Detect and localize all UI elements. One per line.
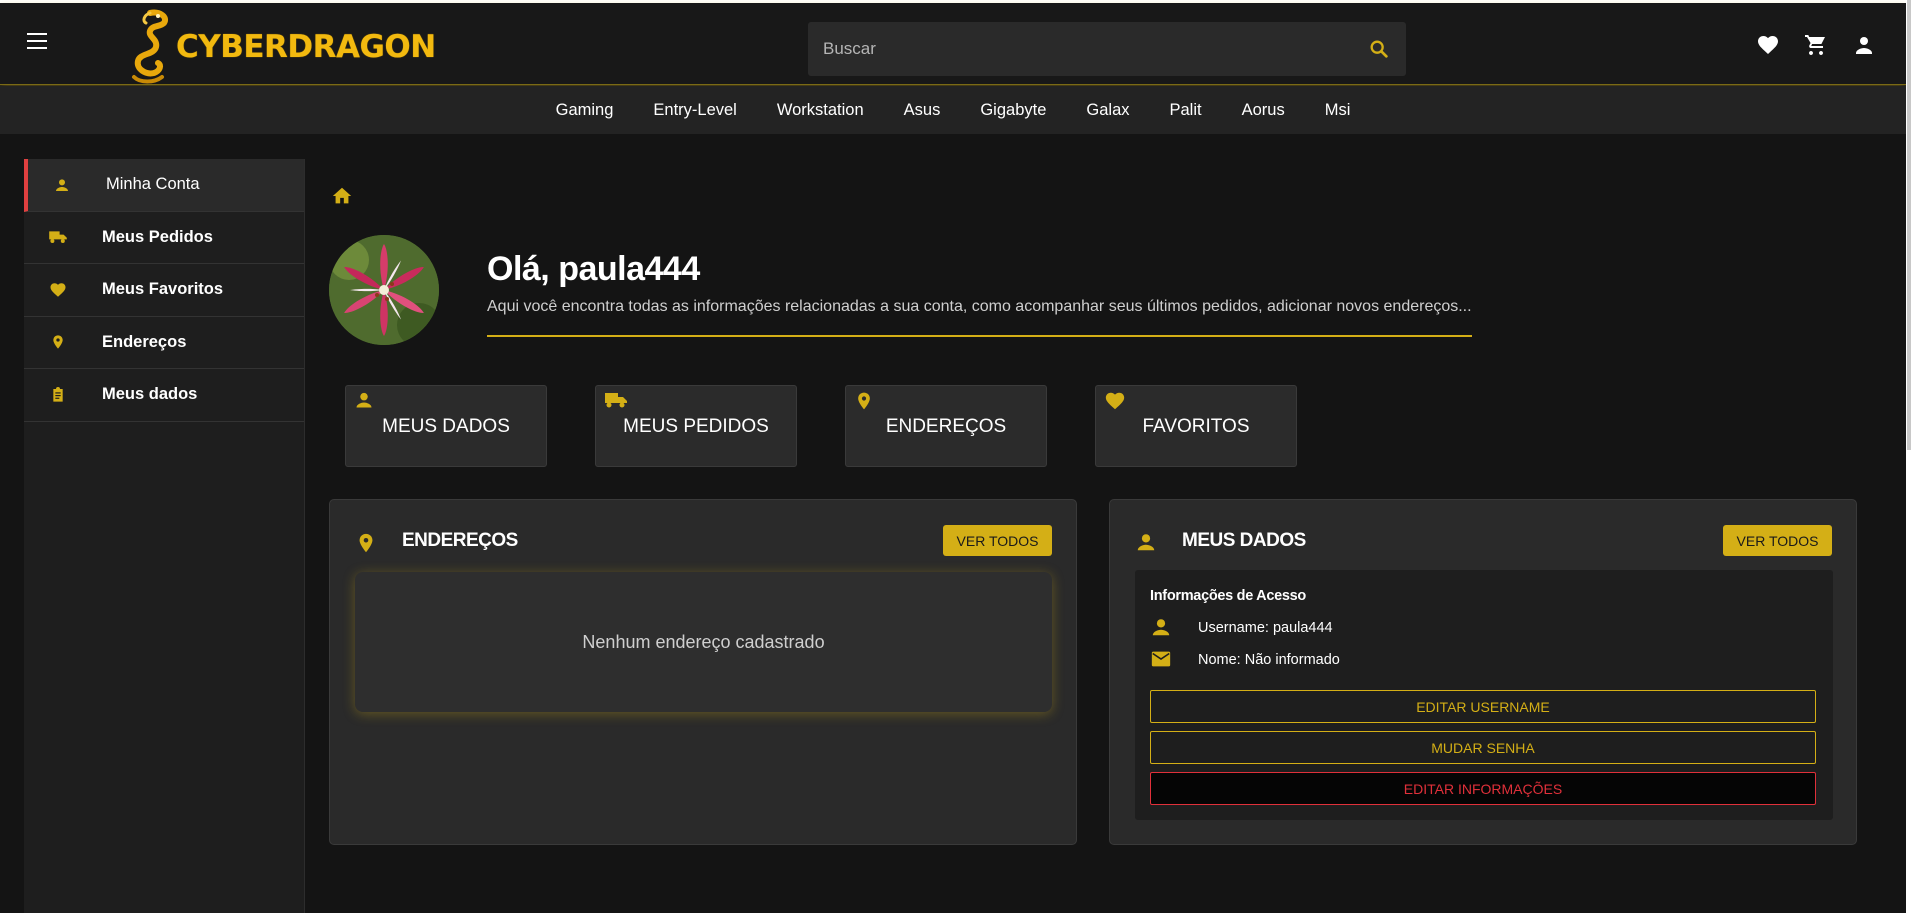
location-pin-icon	[854, 390, 876, 412]
quick-card-label: FAVORITOS	[1142, 416, 1250, 437]
sidebar-item-enderecos[interactable]: Endereços	[24, 317, 304, 369]
username-row: Username: paula444	[1150, 616, 1333, 640]
quick-card-label: MEUS PEDIDOS	[623, 416, 769, 437]
cart-icon[interactable]	[1804, 33, 1828, 57]
user-data-view-all-button[interactable]: VER TODOS	[1723, 525, 1832, 556]
account-person-icon[interactable]	[1852, 33, 1876, 57]
nav-item-msi[interactable]: Msi	[1305, 101, 1371, 120]
user-data-panel-title: MEUS DADOS	[1182, 530, 1306, 551]
nav-item-galax[interactable]: Galax	[1066, 101, 1149, 120]
truck-icon	[48, 227, 68, 247]
person-icon	[354, 390, 376, 412]
person-icon	[1150, 616, 1174, 640]
hamburger-menu-icon[interactable]	[27, 33, 51, 53]
sidebar-item-meus-favoritos[interactable]: Meus Favoritos	[24, 264, 304, 317]
access-info-title: Informações de Acesso	[1150, 588, 1306, 604]
sidebar-item-minha-conta[interactable]: Minha Conta	[24, 159, 304, 212]
dragon-logo-icon	[132, 9, 168, 84]
nav-item-palit[interactable]: Palit	[1150, 101, 1222, 120]
user-data-panel: MEUS DADOS VER TODOS Informações de Aces…	[1109, 499, 1857, 845]
page-subtitle: Aqui você encontra todas as informações …	[487, 298, 1472, 315]
location-pin-icon	[48, 332, 68, 352]
sidebar-item-label: Minha Conta	[106, 175, 200, 194]
nav-item-entry-level[interactable]: Entry-Level	[633, 101, 756, 120]
sidebar-item-label: Meus Favoritos	[102, 280, 224, 299]
mail-icon	[1150, 648, 1174, 672]
site-header: CYBERDRAGON	[0, 3, 1906, 85]
quick-card-enderecos[interactable]: ENDEREÇOS	[845, 385, 1047, 467]
search-icon[interactable]	[1364, 34, 1394, 64]
logo-text: CYBERDRAGON	[176, 29, 436, 65]
heart-icon	[48, 280, 68, 300]
category-nav: Gaming Entry-Level Workstation Asus Giga…	[0, 86, 1906, 134]
quick-access-cards: MEUS DADOS MEUS PEDIDOS ENDEREÇOS FAVORI…	[345, 385, 1297, 467]
avatar[interactable]	[329, 235, 439, 345]
quick-card-meus-dados[interactable]: MEUS DADOS	[345, 385, 547, 467]
sidebar-item-label: Meus Pedidos	[102, 227, 213, 246]
access-info-box: Informações de Acesso Username: paula444…	[1135, 570, 1833, 820]
name-value: Nome: Não informado	[1198, 652, 1340, 668]
sidebar-item-meus-dados[interactable]: Meus dados	[24, 369, 304, 422]
nav-item-gigabyte[interactable]: Gigabyte	[960, 101, 1066, 120]
addresses-panel: ENDEREÇOS VER TODOS Nenhum endereço cada…	[329, 499, 1077, 845]
person-icon	[1135, 531, 1159, 555]
quick-card-label: MEUS DADOS	[382, 416, 510, 437]
quick-card-favoritos[interactable]: FAVORITOS	[1095, 385, 1297, 467]
header-actions	[1756, 33, 1876, 57]
page-title: Olá, paula444	[487, 250, 700, 288]
sidebar-item-label: Meus dados	[102, 385, 198, 404]
page-scrollbar[interactable]	[1906, 0, 1912, 913]
change-password-button[interactable]: MUDAR SENHA	[1150, 731, 1816, 764]
search-bar	[808, 22, 1406, 76]
search-input[interactable]	[808, 39, 1364, 59]
site-logo[interactable]: CYBERDRAGON	[120, 7, 436, 87]
addresses-view-all-button[interactable]: VER TODOS	[943, 525, 1052, 556]
quick-card-meus-pedidos[interactable]: MEUS PEDIDOS	[595, 385, 797, 467]
nav-item-aorus[interactable]: Aorus	[1222, 101, 1305, 120]
truck-icon	[604, 390, 627, 412]
sidebar-item-label: Endereços	[102, 332, 187, 351]
addresses-panel-title: ENDEREÇOS	[402, 530, 518, 551]
sidebar-item-meus-pedidos[interactable]: Meus Pedidos	[24, 212, 304, 264]
heart-icon	[1104, 390, 1126, 412]
quick-card-label: ENDEREÇOS	[885, 416, 1007, 437]
username-value: Username: paula444	[1198, 620, 1333, 636]
title-divider	[487, 335, 1472, 337]
nav-item-asus[interactable]: Asus	[884, 101, 961, 120]
scrollbar-thumb[interactable]	[1907, 0, 1911, 450]
person-icon	[52, 175, 72, 195]
edit-info-button[interactable]: EDITAR INFORMAÇÕES	[1150, 772, 1816, 805]
addresses-empty-state: Nenhum endereço cadastrado	[355, 572, 1052, 712]
account-sidebar: Minha Conta Meus Pedidos Meus Favoritos …	[24, 159, 305, 913]
home-icon[interactable]	[331, 185, 353, 207]
location-pin-icon	[355, 531, 379, 555]
nav-item-workstation[interactable]: Workstation	[757, 101, 884, 120]
edit-username-button[interactable]: EDITAR USERNAME	[1150, 690, 1816, 723]
favorites-heart-icon[interactable]	[1756, 33, 1780, 57]
clipboard-icon	[48, 385, 68, 405]
name-row: Nome: Não informado	[1150, 648, 1340, 672]
nav-item-gaming[interactable]: Gaming	[536, 101, 634, 120]
